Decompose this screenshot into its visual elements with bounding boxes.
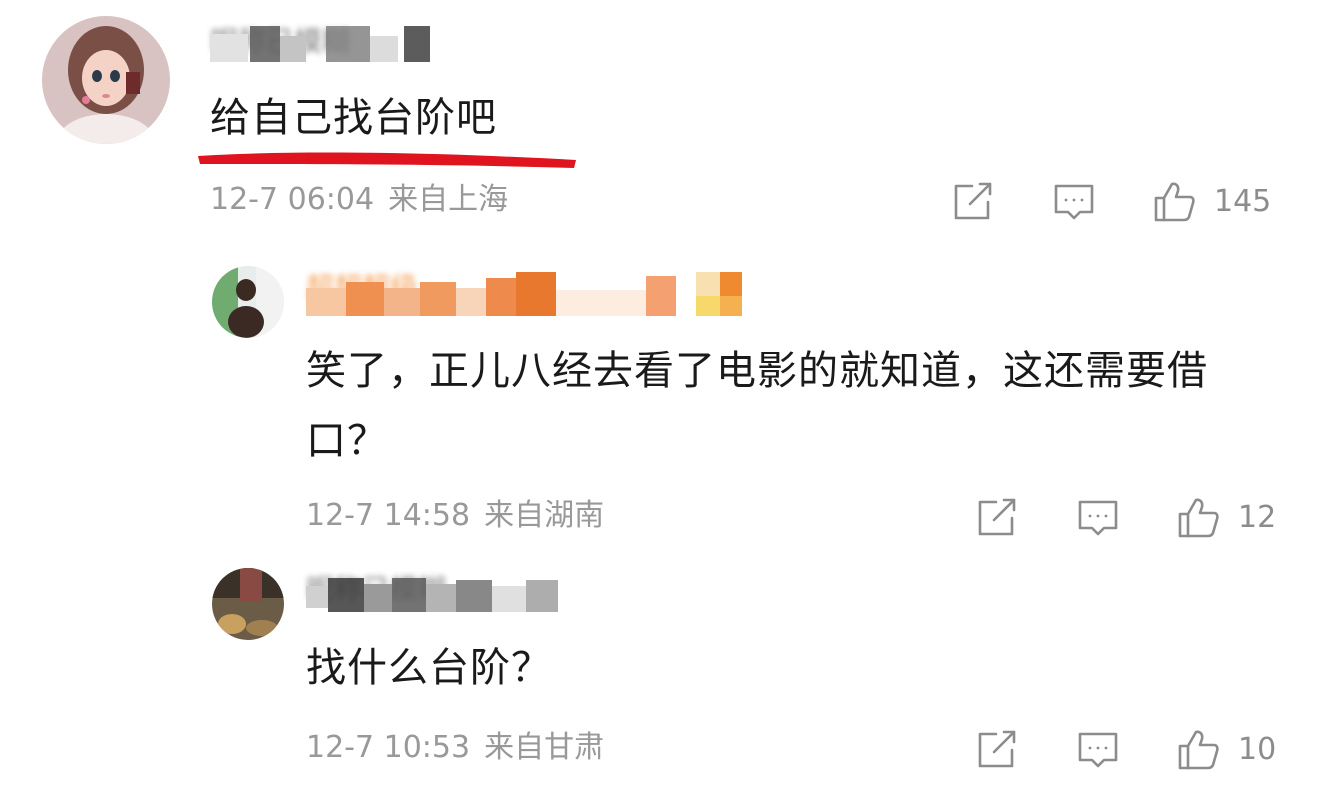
mosaic-tile — [426, 584, 456, 612]
comment-actions: 12 — [974, 496, 1280, 540]
comment-date: 12-7 10:53 — [306, 730, 471, 765]
comment-thread: 昵称已模糊 给自己找台阶吧 12-7 06:04 来自上海 — [0, 0, 1320, 795]
avatar[interactable] — [212, 266, 284, 338]
mosaic-tile — [404, 26, 430, 62]
comment-location: 来自上海 — [388, 182, 509, 217]
mosaic-tile — [346, 282, 384, 316]
comment-icon[interactable] — [1076, 496, 1120, 540]
comment-actions: 10 — [974, 728, 1280, 772]
like-count: 12 — [1238, 500, 1277, 535]
avatar[interactable] — [42, 16, 170, 144]
comment-meta: 12-7 10:53 来自甘肃 — [306, 730, 604, 766]
mosaic-tile — [720, 272, 742, 296]
avatar[interactable] — [212, 568, 284, 640]
comment-text: 给自己找台阶吧 — [210, 95, 497, 141]
highlight-underline — [198, 152, 576, 168]
share-icon[interactable] — [974, 728, 1018, 772]
mosaic-tile — [646, 276, 676, 316]
thumbs-up-icon[interactable] — [1176, 728, 1220, 772]
mosaic-tile — [696, 272, 720, 296]
mosaic-tile — [326, 26, 370, 62]
thumbs-up-icon[interactable] — [1176, 496, 1220, 540]
mosaic-tile — [328, 578, 364, 612]
like-count: 145 — [1214, 184, 1272, 219]
comment-meta: 12-7 06:04 来自上海 — [210, 182, 508, 218]
comment-location: 来自甘肃 — [484, 730, 605, 765]
share-icon[interactable] — [950, 180, 994, 224]
comment-icon[interactable] — [1076, 728, 1120, 772]
username-masked[interactable]: 超超超级 — [306, 268, 742, 320]
mosaic-tile — [492, 586, 526, 612]
mosaic-tile — [392, 578, 426, 612]
mosaic-tile — [250, 26, 280, 62]
mosaic-tile — [526, 580, 558, 612]
username-masked[interactable]: 昵称已模糊 — [210, 22, 430, 62]
mosaic-tile — [370, 36, 398, 62]
comment-date: 12-7 06:04 — [210, 182, 375, 217]
comment-actions: 145 — [950, 180, 1280, 224]
mosaic-tile — [306, 288, 346, 316]
mosaic-tile — [516, 272, 556, 316]
comment-icon[interactable] — [1052, 180, 1096, 224]
share-icon[interactable] — [974, 496, 1018, 540]
comment-text: 找什么台阶？ — [306, 645, 552, 691]
mosaic-tile — [364, 584, 392, 612]
mosaic-tile — [720, 296, 742, 316]
comment-text: 笑了，正儿八经去看了电影的就知道，这还需要借口？ — [306, 348, 1208, 464]
mosaic-tile — [456, 288, 486, 316]
comment-meta: 12-7 14:58 来自湖南 — [306, 498, 604, 534]
comment-location: 来自湖南 — [484, 498, 605, 533]
mosaic-tile — [696, 296, 720, 316]
mosaic-tile — [384, 288, 420, 316]
thumbs-up-icon[interactable] — [1152, 180, 1196, 224]
like-count: 10 — [1238, 732, 1277, 767]
username-masked[interactable]: 昵称已模糊 — [306, 570, 566, 614]
comment-date: 12-7 14:58 — [306, 498, 471, 533]
mosaic-tile — [306, 586, 328, 608]
mosaic-tile — [280, 36, 306, 62]
mosaic-tile — [486, 278, 516, 316]
mosaic-tile — [556, 290, 646, 316]
mosaic-tile — [210, 34, 248, 62]
mosaic-tile — [456, 580, 492, 612]
mosaic-tile — [420, 282, 456, 316]
